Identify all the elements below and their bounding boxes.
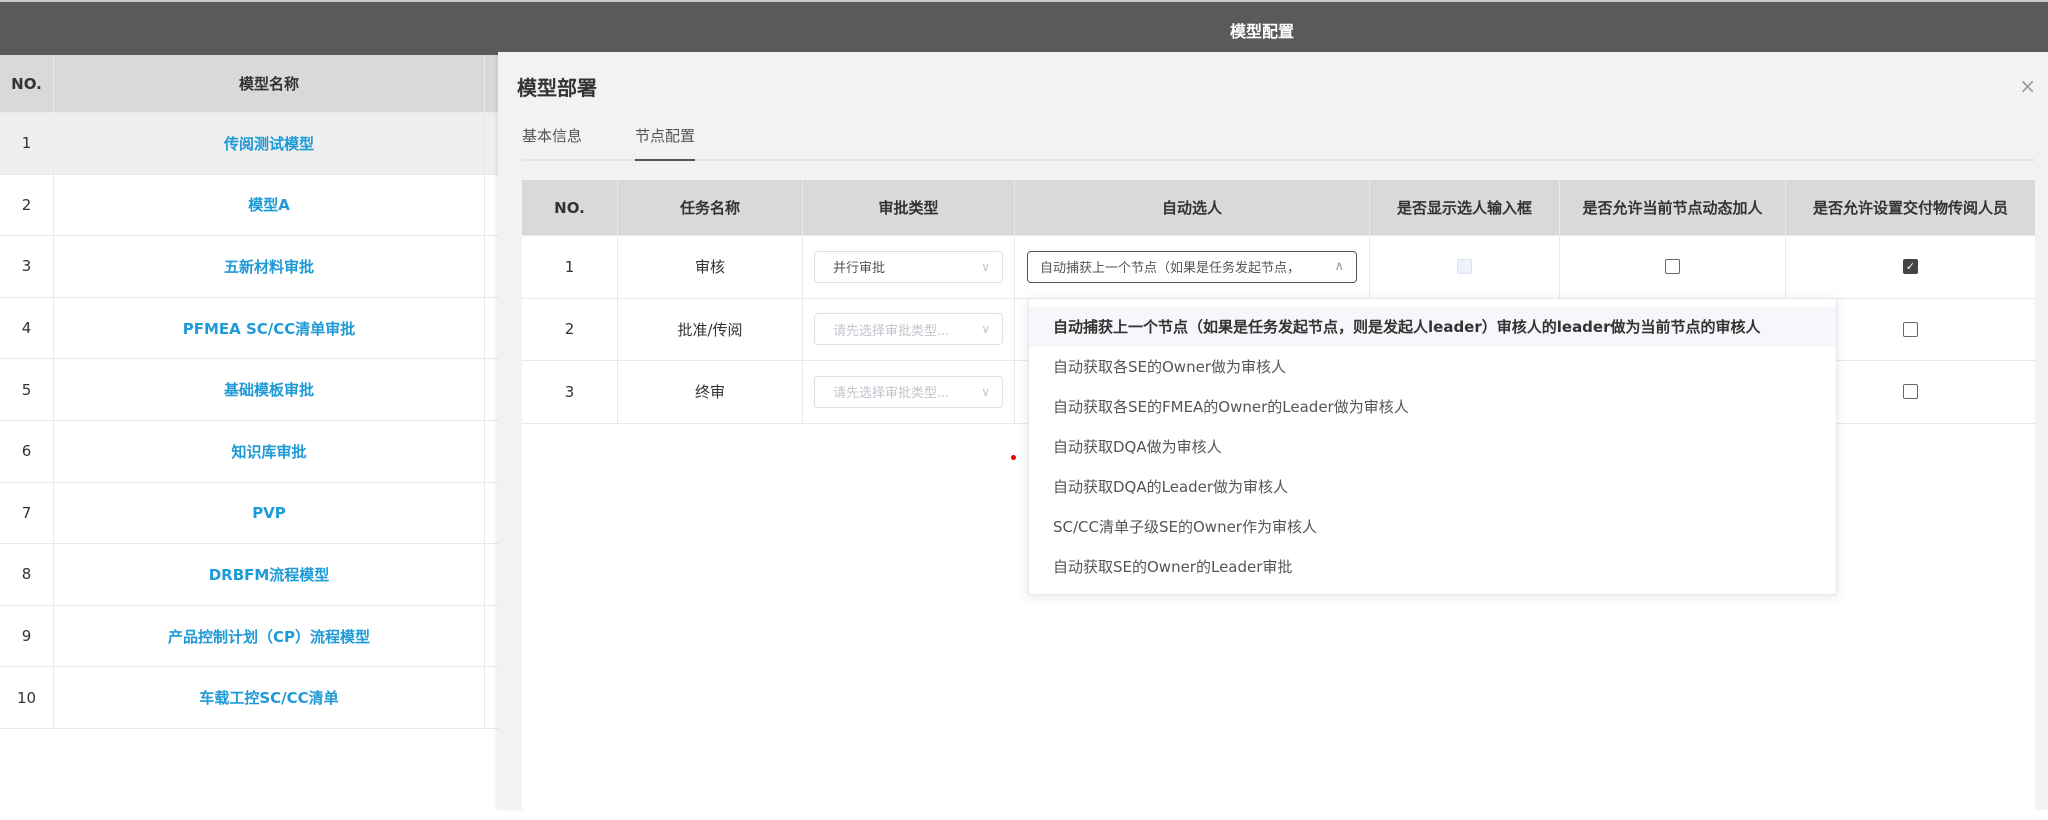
page-title: 模型配置 xyxy=(1230,22,1295,41)
close-icon[interactable]: × xyxy=(2019,74,2036,98)
table-header: NO. 模型名称 xyxy=(0,55,500,113)
name-cell: 基础模板审批 xyxy=(54,359,485,420)
column-header: 审批类型 xyxy=(803,180,1015,235)
row-no: 5 xyxy=(0,359,54,420)
name-cell: 模型A xyxy=(54,174,485,236)
row-no: 3 xyxy=(522,361,618,423)
tab-node-config[interactable]: 节点配置 xyxy=(635,125,696,161)
name-cell: PVP xyxy=(54,482,485,544)
table-row[interactable]: 4 PFMEA SC/CC清单审批 xyxy=(0,297,500,360)
model-name-link[interactable]: 五新材料审批 xyxy=(224,256,314,277)
table-header: NO. 任务名称 审批类型 自动选人 是否显示选人输入框 是否允许当前节点动态加… xyxy=(522,180,2035,236)
dropdown-option[interactable]: SC/CC清单子级SE的Owner作为审核人 xyxy=(1029,507,1836,547)
name-cell: 五新材料审批 xyxy=(54,236,485,297)
model-name-link[interactable]: 车载工控SC/CC清单 xyxy=(199,687,338,708)
chevron-down-icon: ∨ xyxy=(981,259,990,274)
row-no: 4 xyxy=(0,297,54,359)
column-header: 任务名称 xyxy=(618,180,803,235)
column-header-name: 模型名称 xyxy=(54,55,485,112)
dropdown-option[interactable]: 自动获取各SE的Owner做为审核人 xyxy=(1029,347,1836,387)
table-row[interactable]: 1 传阅测试模型 xyxy=(0,113,500,175)
column-header: 自动选人 xyxy=(1015,180,1370,235)
chevron-down-icon: ∨ xyxy=(981,322,990,337)
select-value: 自动捕获上一个节点（如果是任务发起节点， xyxy=(1040,261,1301,277)
row-no: 2 xyxy=(0,174,54,236)
name-cell: 传阅测试模型 xyxy=(54,113,485,174)
name-cell: 知识库审批 xyxy=(54,420,485,482)
select-placeholder: 请先选择审批类型... xyxy=(833,386,950,402)
approval-type-select[interactable]: 请先选择审批类型... ∨ xyxy=(814,313,1003,346)
table-row[interactable]: 6 知识库审批 xyxy=(0,420,500,483)
dropdown-option[interactable]: 自动捕获上一个节点（如果是任务发起节点，则是发起人leader）审核人的lead… xyxy=(1029,307,1836,347)
dropdown-option[interactable]: 自动获取DQA的Leader做为审核人 xyxy=(1029,467,1836,507)
task-name: 终审 xyxy=(618,361,803,423)
model-name-link[interactable]: 模型A xyxy=(248,194,290,215)
select-placeholder: 请先选择审批类型... xyxy=(833,323,950,339)
table-row[interactable]: 7 PVP xyxy=(0,482,500,545)
row-no: 3 xyxy=(0,236,54,297)
allow-deliverable-checkbox[interactable] xyxy=(1903,321,1918,337)
chevron-down-icon: ∨ xyxy=(981,384,990,399)
column-header: 是否允许当前节点动态加人 xyxy=(1560,180,1786,235)
table-row[interactable]: 2 模型A xyxy=(0,174,500,237)
chevron-up-icon: ∧ xyxy=(1334,259,1344,275)
task-name: 审核 xyxy=(618,236,803,298)
model-name-link[interactable]: PVP xyxy=(252,504,286,522)
column-header-no: NO. xyxy=(0,55,54,112)
name-cell: DRBFM流程模型 xyxy=(54,544,485,605)
row-no: 1 xyxy=(0,113,54,174)
tab-basic-info[interactable]: 基本信息 xyxy=(522,125,582,161)
show-input-checkbox[interactable] xyxy=(1457,259,1472,275)
row-no: 10 xyxy=(0,667,54,728)
row-no: 8 xyxy=(0,544,54,605)
model-name-link[interactable]: 基础模板审批 xyxy=(224,379,314,400)
model-name-link[interactable]: PFMEA SC/CC清单审批 xyxy=(183,318,356,339)
approval-type-select[interactable]: 请先选择审批类型... ∨ xyxy=(814,375,1003,408)
table-row[interactable]: 9 产品控制计划（CP）流程模型 xyxy=(0,605,500,668)
task-name: 批准/传阅 xyxy=(618,298,803,360)
row-no: 1 xyxy=(522,236,618,298)
dropdown-option[interactable]: 自动获取DQA做为审核人 xyxy=(1029,427,1836,467)
select-value: 并行审批 xyxy=(833,261,886,277)
name-cell: 车载工控SC/CC清单 xyxy=(54,667,485,728)
allow-deliverable-checkbox[interactable]: ✓ xyxy=(1903,259,1918,275)
auto-select-person-select[interactable]: 自动捕获上一个节点（如果是任务发起节点， ∧ xyxy=(1027,250,1357,283)
column-header: 是否允许设置交付物传阅人员 xyxy=(1812,199,2008,217)
auto-select-dropdown: 自动捕获上一个节点（如果是任务发起节点，则是发起人leader）审核人的lead… xyxy=(1028,298,1837,595)
model-name-link[interactable]: 传阅测试模型 xyxy=(224,133,314,154)
dropdown-option[interactable]: 自动获取SE的Owner的Leader审批 xyxy=(1029,547,1836,587)
dropdown-option[interactable]: 自动获取各SE的FMEA的Owner的Leader做为审核人 xyxy=(1029,387,1836,427)
table-row[interactable]: 3 五新材料审批 xyxy=(0,236,500,298)
red-dot-indicator xyxy=(1011,455,1016,460)
table-row: 1 审核 并行审批 ∨ 自动捕获上一个节点（如果是任务发起节点， ∧ ✓ xyxy=(522,236,2035,299)
table-row[interactable]: 8 DRBFM流程模型 xyxy=(0,544,500,606)
column-header: 是否显示选人输入框 xyxy=(1370,180,1560,235)
row-no: 2 xyxy=(522,298,618,360)
name-cell: PFMEA SC/CC清单审批 xyxy=(54,297,485,359)
model-name-link[interactable]: DRBFM流程模型 xyxy=(209,564,330,585)
top-bar: 模型配置 xyxy=(0,0,2048,55)
allow-dynamic-checkbox[interactable] xyxy=(1665,259,1680,275)
table-row[interactable]: 10 车载工控SC/CC清单 xyxy=(0,667,500,729)
table-row[interactable]: 5 基础模板审批 xyxy=(0,359,500,421)
row-no: 7 xyxy=(0,482,54,544)
tabs: 基本信息 节点配置 xyxy=(522,125,2035,161)
allow-deliverable-checkbox[interactable] xyxy=(1903,384,1918,400)
model-table: NO. 模型名称 1 传阅测试模型 2 模型A 3 五新材料审批 4 PFMEA SC/CC清… xyxy=(0,55,500,729)
drawer-title: 模型部署 xyxy=(517,76,597,100)
row-no: 9 xyxy=(0,605,54,667)
model-name-link[interactable]: 产品控制计划（CP）流程模型 xyxy=(168,626,370,647)
column-header: NO. xyxy=(522,180,618,235)
row-no: 6 xyxy=(0,420,54,482)
approval-type-select[interactable]: 并行审批 ∨ xyxy=(814,250,1003,283)
model-name-link[interactable]: 知识库审批 xyxy=(231,441,306,462)
name-cell: 产品控制计划（CP）流程模型 xyxy=(54,605,485,667)
